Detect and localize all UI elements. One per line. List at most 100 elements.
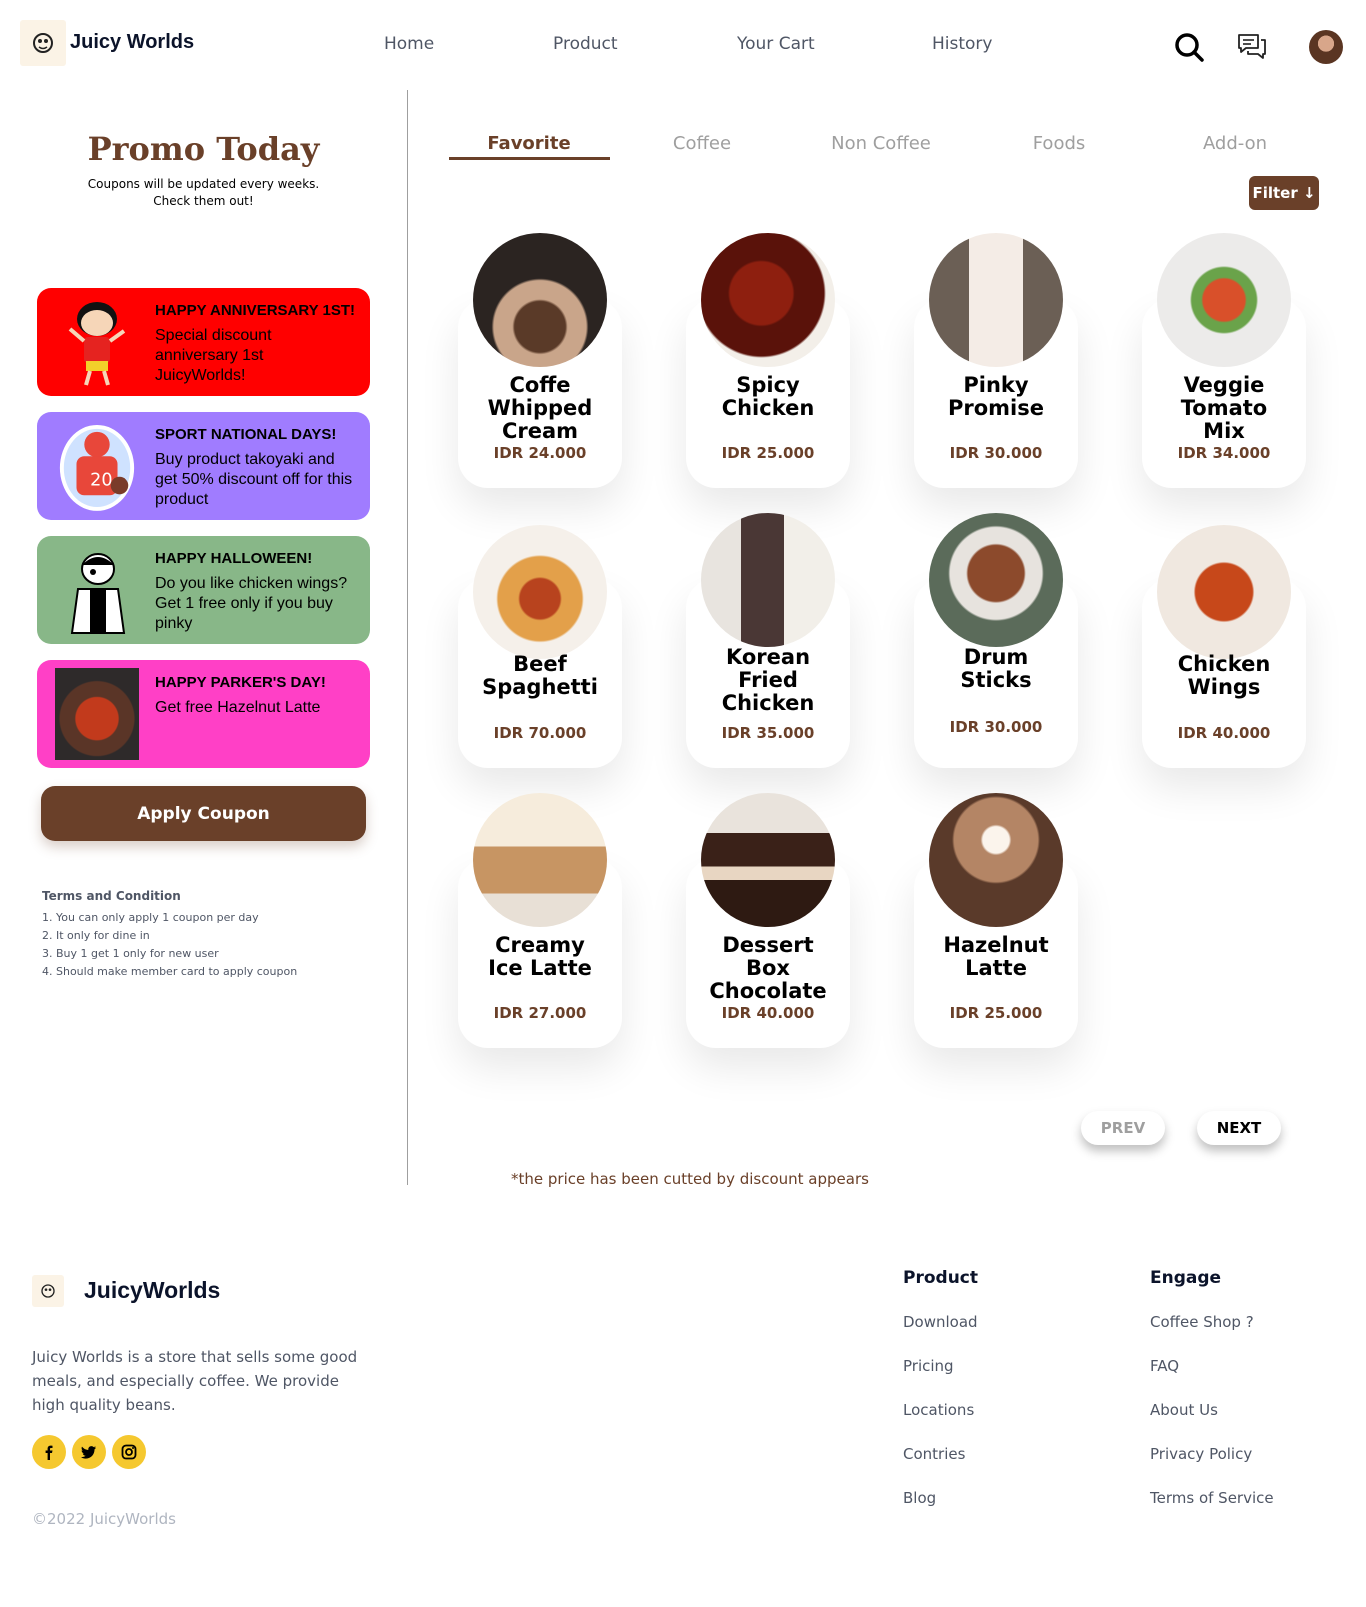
footer-engage-title: Engage xyxy=(1150,1268,1222,1288)
product-card[interactable]: Pinky Promise IDR 30.000 xyxy=(914,233,1078,488)
footer-brand-name[interactable]: JuicyWorlds xyxy=(84,1277,220,1304)
terms-list: 1. You can only apply 1 coupon per day 2… xyxy=(42,909,297,981)
product-name: Beef Spaghetti xyxy=(482,652,598,699)
footer-link-countries[interactable]: Contries xyxy=(903,1445,965,1463)
chat-icon[interactable] xyxy=(1235,30,1269,64)
product-price: IDR 40.000 xyxy=(1177,724,1271,742)
nav-link-product[interactable]: Product xyxy=(553,34,618,54)
product-card[interactable]: Veggie Tomato Mix IDR 34.000 xyxy=(1142,233,1306,488)
footer-link-locations[interactable]: Locations xyxy=(903,1401,974,1419)
product-card[interactable]: Dessert Box Chocolate IDR 40.000 xyxy=(686,793,850,1048)
product-card[interactable]: Coffe Whipped Cream IDR 24.000 xyxy=(458,233,622,488)
coupon-title: SPORT NATIONAL DAYS! xyxy=(155,426,337,443)
footer-logo[interactable] xyxy=(32,1275,64,1307)
coupon-halloween[interactable]: HAPPY HALLOWEEN! Do you like chicken win… xyxy=(37,536,370,644)
footer-link-about-us[interactable]: About Us xyxy=(1150,1401,1218,1419)
product-image xyxy=(701,793,835,927)
next-button[interactable]: NEXT xyxy=(1197,1111,1281,1145)
instagram-icon[interactable] xyxy=(112,1435,146,1469)
product-image xyxy=(1157,525,1291,659)
product-name: Creamy Ice Latte xyxy=(488,933,592,980)
nav-link-history[interactable]: History xyxy=(932,34,992,54)
product-card[interactable]: Hazelnut Latte IDR 25.000 xyxy=(914,793,1078,1048)
nav-link-home[interactable]: Home xyxy=(384,34,434,54)
footer-link-coffee-shop[interactable]: Coffee Shop ? xyxy=(1150,1313,1254,1331)
promo-title: Promo Today xyxy=(87,130,320,168)
footer-description: Juicy Worlds is a store that sells some … xyxy=(32,1348,358,1414)
product-image xyxy=(473,233,607,367)
product-price: IDR 27.000 xyxy=(493,1004,587,1022)
football-player-image: 20 xyxy=(55,420,139,512)
promo-subtitle-line2: Check them out! xyxy=(153,194,254,208)
footer-link-privacy-policy[interactable]: Privacy Policy xyxy=(1150,1445,1252,1463)
avatar[interactable] xyxy=(1309,30,1343,64)
product-card[interactable]: Spicy Chicken IDR 25.000 xyxy=(686,233,850,488)
product-image xyxy=(1157,233,1291,367)
brand-name[interactable]: Juicy Worlds xyxy=(70,31,194,54)
chicken-dish-image xyxy=(55,668,139,760)
product-name: Spicy Chicken xyxy=(721,373,815,420)
price-note: *the price has been cutted by discount a… xyxy=(511,1170,869,1188)
navbar: Juicy Worlds Home Product Your Cart Hist… xyxy=(0,0,1366,90)
product-price: IDR 25.000 xyxy=(721,444,815,462)
tab-add-on[interactable]: Add-on xyxy=(1150,133,1320,154)
product-image xyxy=(929,513,1063,647)
product-name: Chicken Wings xyxy=(1177,652,1271,699)
product-card[interactable]: Chicken Wings IDR 40.000 xyxy=(1142,525,1306,768)
terms-item: 4. Should make member card to apply coup… xyxy=(42,965,298,978)
product-card[interactable]: Drum Sticks IDR 30.000 xyxy=(914,513,1078,768)
product-name: Dessert Box Chocolate xyxy=(709,933,827,1003)
terms-item: 1. You can only apply 1 coupon per day xyxy=(42,911,259,924)
product-image xyxy=(929,233,1063,367)
coupon-desc: Do you like chicken wings? Get 1 free on… xyxy=(155,575,348,632)
product-price: IDR 70.000 xyxy=(493,724,587,742)
footer-link-download[interactable]: Download xyxy=(903,1313,978,1331)
coupon-desc: Buy product takoyaki and get 50% discoun… xyxy=(155,451,353,508)
product-name: Coffe Whipped Cream xyxy=(487,373,593,443)
product-card[interactable]: Beef Spaghetti IDR 70.000 xyxy=(458,525,622,768)
footer-link-faq[interactable]: FAQ xyxy=(1150,1357,1179,1375)
product-image xyxy=(701,233,835,367)
product-name: Veggie Tomato Mix xyxy=(1180,373,1268,443)
search-icon[interactable] xyxy=(1172,30,1206,64)
coupon-title: HAPPY PARKER'S DAY! xyxy=(155,674,326,691)
tab-non-coffee[interactable]: Non Coffee xyxy=(796,133,966,154)
footer-product-title: Product xyxy=(903,1268,978,1288)
filter-button[interactable]: Filter ↓ xyxy=(1249,176,1319,210)
cartoon-boy-image xyxy=(55,296,139,388)
product-card[interactable]: Korean Fried Chicken IDR 35.000 xyxy=(686,513,850,768)
product-price: IDR 30.000 xyxy=(949,444,1043,462)
panel-divider xyxy=(407,90,408,1185)
product-price: IDR 30.000 xyxy=(949,718,1043,736)
coupon-anniversary[interactable]: HAPPY ANNIVERSARY 1ST! Special discount … xyxy=(37,288,370,396)
product-image xyxy=(473,793,607,927)
brand-logo[interactable] xyxy=(20,20,66,66)
cartoon-pirate-image xyxy=(55,544,139,636)
facebook-icon[interactable] xyxy=(32,1435,66,1469)
coupon-desc: Get free Hazelnut Latte xyxy=(155,699,321,716)
svg-text:20: 20 xyxy=(90,471,112,491)
product-name: Pinky Promise xyxy=(948,373,1044,420)
coupon-title: HAPPY ANNIVERSARY 1ST! xyxy=(155,302,356,319)
tab-coffee[interactable]: Coffee xyxy=(617,133,787,154)
footer-link-pricing[interactable]: Pricing xyxy=(903,1357,954,1375)
promo-subtitle-line1: Coupons will be updated every weeks. xyxy=(87,177,320,191)
terms-item: 3. Buy 1 get 1 only for new user xyxy=(42,947,219,960)
coupon-sport-days[interactable]: 20 SPORT NATIONAL DAYS! Buy product tako… xyxy=(37,412,370,520)
coupon-desc: Special discount anniversary 1st JuicyWo… xyxy=(155,327,272,384)
tab-foods[interactable]: Foods xyxy=(974,133,1144,154)
apply-coupon-button[interactable]: Apply Coupon xyxy=(41,786,366,841)
product-image xyxy=(473,525,607,659)
footer-link-blog[interactable]: Blog xyxy=(903,1489,936,1507)
prev-button[interactable]: PREV xyxy=(1081,1111,1165,1145)
footer-link-terms[interactable]: Terms of Service xyxy=(1150,1489,1274,1507)
product-price: IDR 40.000 xyxy=(721,1004,815,1022)
product-card[interactable]: Creamy Ice Latte IDR 27.000 xyxy=(458,793,622,1048)
twitter-icon[interactable] xyxy=(72,1435,106,1469)
product-name: Hazelnut Latte xyxy=(943,933,1049,980)
coupon-parkers-day[interactable]: HAPPY PARKER'S DAY! Get free Hazelnut La… xyxy=(37,660,370,768)
tab-active-indicator xyxy=(449,157,610,160)
tab-favorite[interactable]: Favorite xyxy=(444,133,614,154)
nav-link-cart[interactable]: Your Cart xyxy=(737,34,815,54)
copyright: ©2022 JuicyWorlds xyxy=(32,1510,176,1528)
